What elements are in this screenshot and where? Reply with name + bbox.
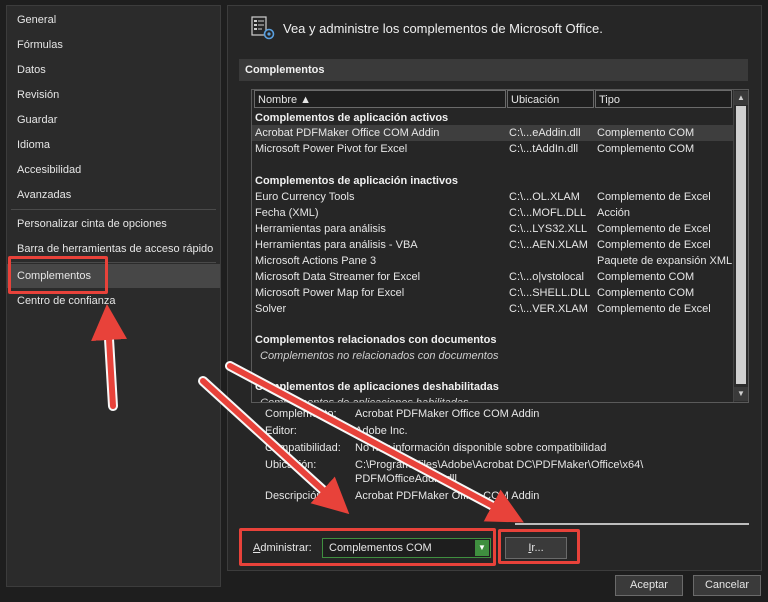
addins-list[interactable]: Nombre ▲ Ubicación Tipo Complementos de … [251,89,749,403]
row-location: C:\...tAddIn.dll [509,143,579,155]
addins-gear-icon [251,16,275,40]
column-type[interactable]: Tipo [595,90,732,108]
row-type: Complemento de Excel [597,191,711,203]
group-disabled: Complementos de aplicaciones deshabilita… [255,381,499,393]
detail-description-label: Descripción: [265,490,326,502]
nav-save[interactable]: Guardar [7,108,220,132]
row-name: Microsoft Power Pivot for Excel [255,143,408,155]
nav-review[interactable]: Revisión [7,83,220,107]
table-row[interactable]: Acrobat PDFMaker Office COM Addin C:\...… [252,125,734,141]
row-name: Microsoft Actions Pane 3 [255,255,377,267]
scroll-thumb[interactable] [736,106,746,384]
detail-location-value-2: PDFMOfficeAddin.dll [355,473,457,485]
group-document-note: Complementos no relacionados con documen… [260,350,499,362]
highlight-go-button [498,529,580,564]
column-name[interactable]: Nombre ▲ [254,90,506,108]
detail-location-value: C:\Program Files\Adobe\Acrobat DC\PDFMak… [355,459,644,471]
table-row[interactable]: Microsoft Power Map for Excel C:\...SHEL… [252,285,734,301]
table-row[interactable]: Microsoft Power Pivot for Excel C:\...tA… [252,141,734,157]
row-name: Microsoft Data Streamer for Excel [255,271,421,283]
highlight-addins-nav [8,256,108,294]
divider [515,523,749,525]
row-location: C:\...VER.XLAM [509,303,588,315]
table-row[interactable]: Euro Currency Tools C:\...OL.XLAM Comple… [252,189,734,205]
row-type: Paquete de expansión XML [597,255,733,267]
detail-addin-value: Acrobat PDFMaker Office COM Addin [355,408,540,420]
cancel-button[interactable]: Cancelar [693,575,761,596]
group-disabled-note: Complementos de aplicaciones habilitadas [260,397,469,403]
table-row[interactable]: Fecha (XML) C:\...MOFL.DLL Acción [252,205,734,221]
detail-compat-label: Compatibilidad: [265,442,341,454]
row-type: Complemento COM [597,287,695,299]
nav-separator [11,209,216,210]
nav-advanced[interactable]: Avanzadas [7,183,220,207]
row-location: C:\...OL.XLAM [509,191,580,203]
row-name: Fecha (XML) [255,207,319,219]
detail-publisher-label: Editor: [265,425,297,437]
row-location: C:\...SHELL.DLL [509,287,591,299]
section-title: Complementos [245,64,325,76]
row-name: Solver [255,303,287,315]
group-active: Complementos de aplicación activos [255,112,449,124]
row-name: Acrobat PDFMaker Office COM Addin [255,127,440,139]
row-type: Complemento COM [597,271,695,283]
row-location: C:\...eAddin.dll [509,127,581,139]
page-header: Vea y administre los complementos de Mic… [283,21,603,36]
row-location: C:\...MOFL.DLL [509,207,587,219]
row-name: Herramientas para análisis [255,223,386,235]
table-row[interactable]: Herramientas para análisis C:\...LYS32.X… [252,221,734,237]
row-location: C:\...o|vstolocal [509,271,584,283]
scroll-down-icon[interactable]: ▼ [734,387,748,401]
detail-location-label: Ubicación: [265,459,317,471]
nav-accessibility[interactable]: Accesibilidad [7,158,220,182]
highlight-manage [239,528,496,566]
row-name: Microsoft Power Map for Excel [255,287,405,299]
nav-customize-ribbon[interactable]: Personalizar cinta de opciones [7,212,220,236]
table-row[interactable]: Microsoft Data Streamer for Excel C:\...… [252,269,734,285]
detail-description-value: Acrobat PDFMaker Office COM Addin [355,490,540,502]
row-name: Euro Currency Tools [255,191,355,203]
row-location: C:\...LYS32.XLL [509,223,588,235]
row-type: Complemento COM [597,143,695,155]
column-location[interactable]: Ubicación [507,90,594,108]
detail-addin-label: Complemento: [265,408,337,420]
row-type: Complemento de Excel [597,303,711,315]
row-type: Complemento COM [597,127,695,139]
nav-data[interactable]: Datos [7,58,220,82]
row-name: Herramientas para análisis - VBA [255,239,418,251]
row-type: Acción [597,207,631,219]
row-location: C:\...AEN.XLAM [509,239,588,251]
list-header: Nombre ▲ Ubicación Tipo [252,90,734,108]
row-type: Complemento de Excel [597,239,711,251]
nav-language[interactable]: Idioma [7,133,220,157]
table-row[interactable]: Microsoft Actions Pane 3 Paquete de expa… [252,253,734,269]
table-row[interactable]: Solver C:\...VER.XLAM Complemento de Exc… [252,301,734,317]
options-sidebar: General Fórmulas Datos Revisión Guardar … [6,5,221,587]
group-inactive: Complementos de aplicación inactivos [255,175,458,187]
list-scrollbar[interactable]: ▲ ▼ [733,90,748,402]
nav-general[interactable]: General [7,8,220,32]
detail-publisher-value: Adobe Inc. [355,425,408,437]
nav-formulas[interactable]: Fórmulas [7,33,220,57]
scroll-up-icon[interactable]: ▲ [734,91,748,105]
group-document: Complementos relacionados con documentos [255,334,497,346]
detail-compat-value: No hay información disponible sobre comp… [355,442,607,454]
table-row[interactable]: Herramientas para análisis - VBA C:\...A… [252,237,734,253]
row-type: Complemento de Excel [597,223,711,235]
ok-button[interactable]: Aceptar [615,575,683,596]
